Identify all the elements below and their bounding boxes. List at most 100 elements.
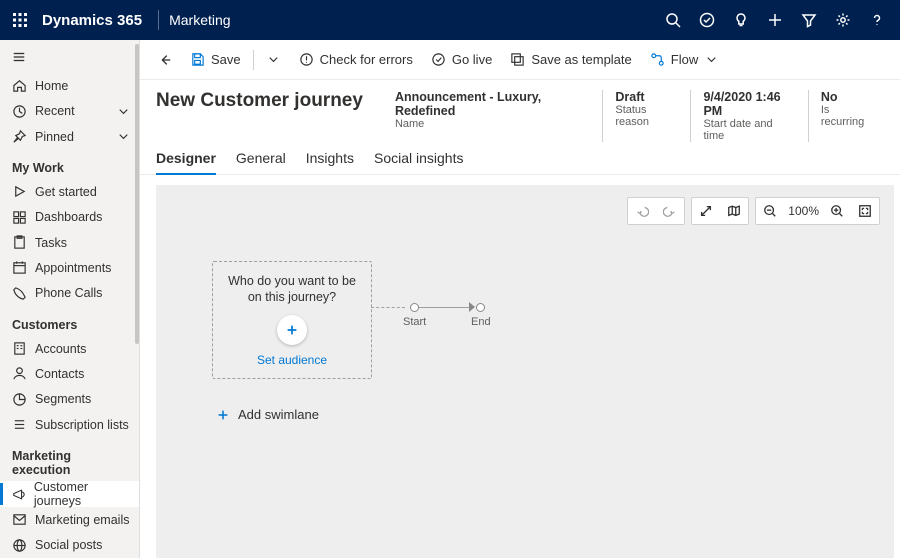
meta-value: Announcement - Luxury, Redefined [395,90,590,118]
expand-button[interactable] [692,198,720,224]
nav-label: Marketing emails [35,513,129,527]
cmd-label: Save [211,52,241,67]
search-icon[interactable] [656,0,690,40]
collapse-nav-button[interactable] [0,40,139,73]
cmd-label: Go live [452,52,492,67]
save-button[interactable]: Save [182,46,249,74]
person-icon [12,366,27,381]
nav-appointments[interactable]: Appointments [0,255,139,280]
zoom-in-button[interactable] [823,198,851,224]
play-icon [12,184,27,199]
nav-label: Get started [35,185,97,199]
nav-label: Phone Calls [35,286,102,300]
building-icon [12,341,27,356]
nav-group-marketing-execution: Marketing execution [0,437,139,481]
nav-contacts[interactable]: Contacts [0,361,139,386]
tab-insights[interactable]: Insights [306,144,354,174]
check-errors-button[interactable]: Check for errors [291,46,421,74]
cmd-label: Save as template [531,52,631,67]
nav-accounts[interactable]: Accounts [0,336,139,361]
nav-pinned[interactable]: Pinned [0,124,139,149]
flow-button[interactable]: Flow [642,46,727,74]
main-content: Save Check for errors Go live Save as te… [140,40,900,558]
zoom-out-button[interactable] [756,198,784,224]
calendar-icon [12,260,27,275]
nav-dashboards[interactable]: Dashboards [0,205,139,230]
audience-question: Who do you want to be on this journey? [223,273,361,306]
add-audience-button[interactable] [277,315,307,345]
tab-designer[interactable]: Designer [156,144,216,174]
nav-tasks[interactable]: Tasks [0,230,139,255]
meta-status: Draft Status reason [602,90,690,142]
node-label: End [471,316,491,328]
zoom-level: 100% [784,204,823,218]
lightbulb-icon[interactable] [724,0,758,40]
nav-label: Contacts [35,367,84,381]
command-bar: Save Check for errors Go live Save as te… [140,40,900,80]
globe-icon [12,538,27,553]
dashboard-icon [12,210,27,225]
meta-value: Draft [615,90,678,104]
save-dropdown[interactable] [258,46,289,74]
list-icon [12,417,27,432]
meta-label: Status reason [615,104,678,128]
tab-social-insights[interactable]: Social insights [374,144,464,174]
pin-icon [12,129,27,144]
clock-icon [12,104,27,119]
nav-segments[interactable]: Segments [0,387,139,412]
nav-customer-journeys[interactable]: Customer journeys [0,481,139,507]
go-live-icon [431,52,446,67]
chevron-down-icon [266,52,281,67]
nav-marketing-emails[interactable]: Marketing emails [0,507,139,532]
save-icon [190,52,205,67]
audience-tile[interactable]: Who do you want to be on this journey? S… [212,261,372,379]
tab-general[interactable]: General [236,144,286,174]
template-icon [510,52,525,67]
flow-start-node: Start [403,303,426,328]
settings-gear-icon[interactable] [826,0,860,40]
pie-icon [12,392,27,407]
filter-icon[interactable] [792,0,826,40]
nav-phone-calls[interactable]: Phone Calls [0,281,139,306]
nav-social-posts[interactable]: Social posts [0,533,139,558]
site-nav-sidebar: Home Recent Pinned My Work Get started D… [0,40,140,558]
canvas-toolbar: 100% [627,197,880,225]
nav-subscription-lists[interactable]: Subscription lists [0,412,139,437]
designer-canvas[interactable]: 100% Who do you want to be on this journ… [156,185,894,558]
record-meta-group: Announcement - Luxury, Redefined Name Dr… [383,90,884,142]
nav-label: Segments [35,392,91,406]
set-audience-link[interactable]: Set audience [257,353,327,367]
meta-value: 9/4/2020 1:46 PM [703,90,795,118]
chevron-down-icon [116,104,131,119]
undo-button[interactable] [628,198,656,224]
nav-recent[interactable]: Recent [0,98,139,123]
chevron-down-icon [704,52,719,67]
node-label: Start [403,316,426,328]
go-live-button[interactable]: Go live [423,46,500,74]
meta-label: Name [395,118,590,130]
app-name: Marketing [169,12,230,28]
nav-label: Customer journeys [34,480,131,508]
add-icon[interactable] [758,0,792,40]
app-launcher-icon[interactable] [0,0,40,40]
nav-label: Subscription lists [35,418,129,432]
mini-map-button[interactable] [720,198,748,224]
fit-to-screen-button[interactable] [851,198,879,224]
nav-home[interactable]: Home [0,73,139,98]
product-brand: Dynamics 365 [40,12,148,29]
add-swimlane-button[interactable]: Add swimlane [216,407,319,422]
add-swimlane-label: Add swimlane [238,407,319,422]
brand-divider [158,10,159,30]
meta-label: Start date and time [703,118,795,142]
help-icon[interactable] [860,0,894,40]
save-as-template-button[interactable]: Save as template [502,46,639,74]
nav-label: Accounts [35,342,86,356]
nav-get-started[interactable]: Get started [0,179,139,204]
meta-value: No [821,90,872,104]
nav-label: Home [35,79,68,93]
redo-button[interactable] [656,198,684,224]
back-button[interactable] [150,45,180,75]
nav-label: Tasks [35,236,67,250]
record-tabs: Designer General Insights Social insight… [140,142,900,175]
task-check-icon[interactable] [690,0,724,40]
